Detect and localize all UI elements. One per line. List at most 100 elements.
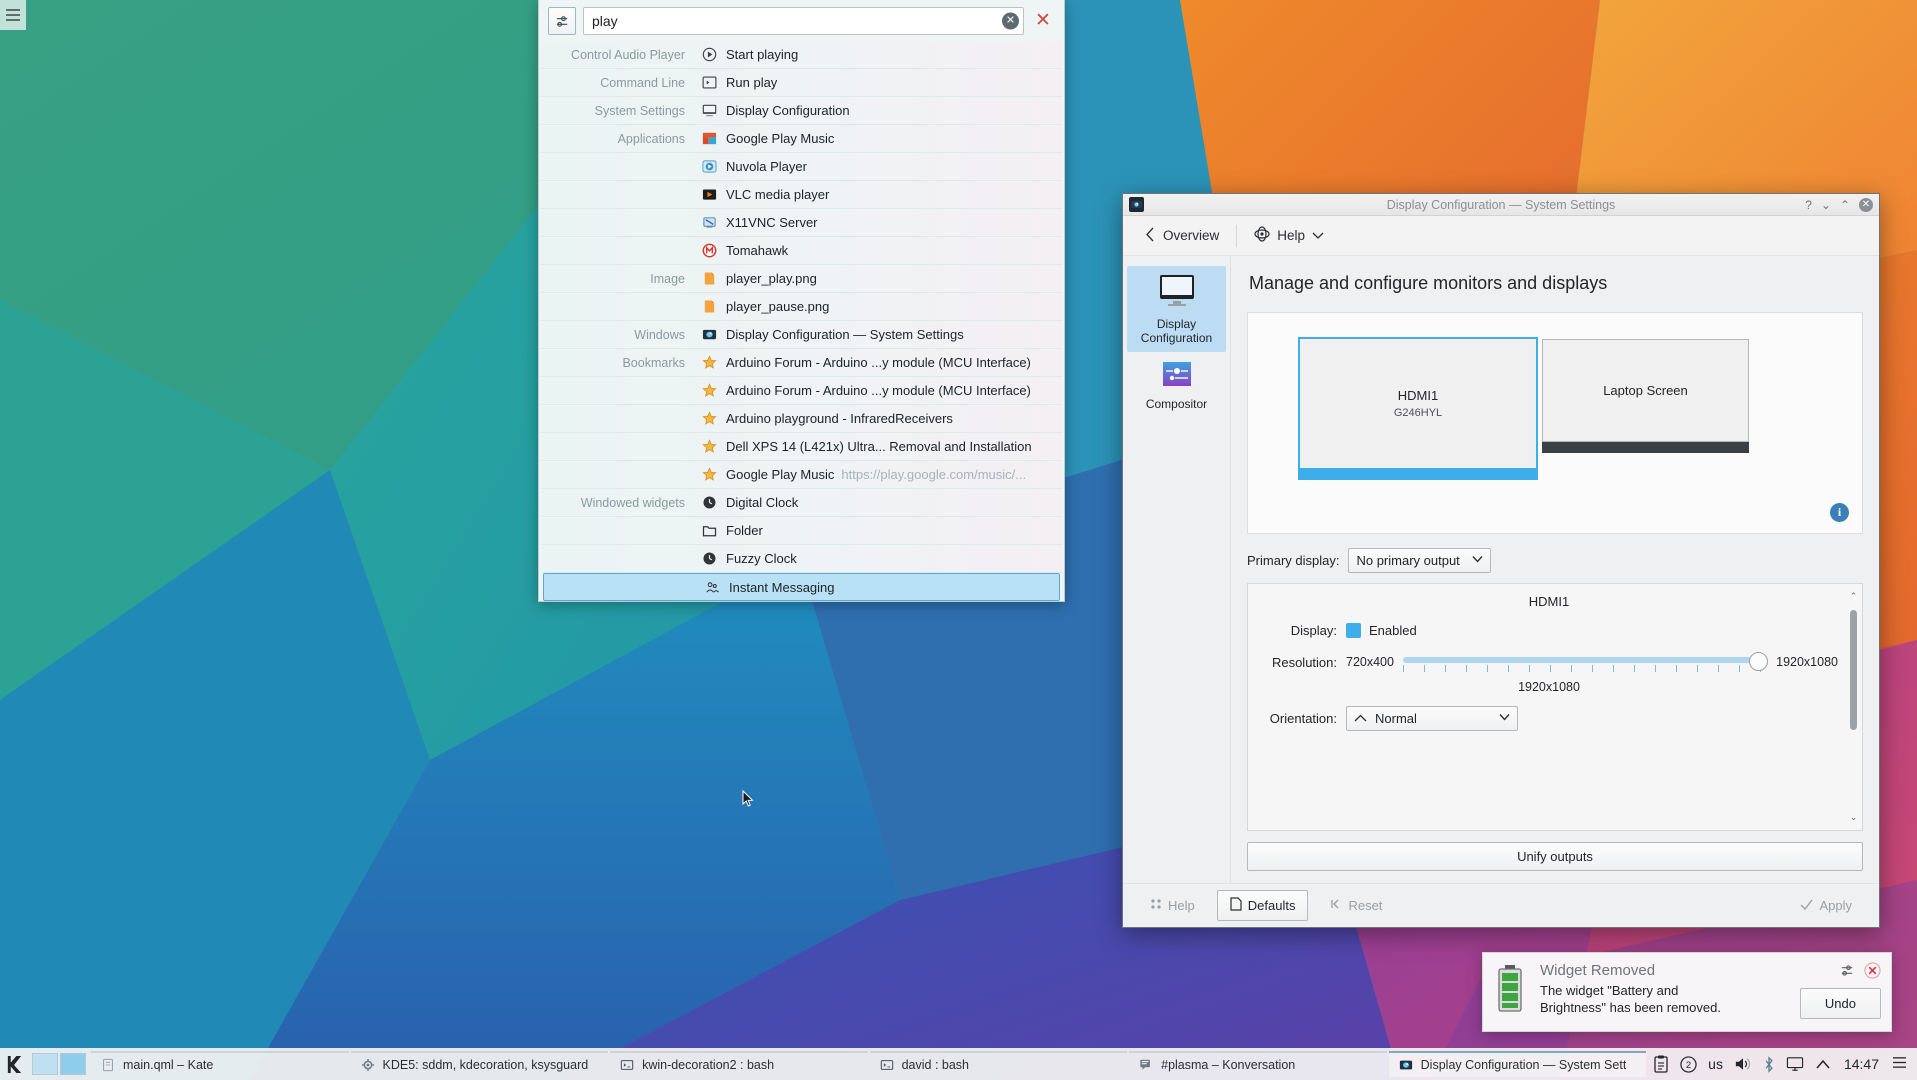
display-enabled-label: Enabled [1369, 623, 1417, 638]
krunner-result-row[interactable]: Arduino Forum - Arduino ...y module (MCU… [541, 377, 1062, 405]
monitor-laptop-screen[interactable]: Laptop Screen [1542, 339, 1749, 442]
krunner-result-row[interactable]: System SettingsDisplay Configuration [541, 97, 1062, 125]
display-label: Display: [1260, 623, 1346, 638]
taskbar-task[interactable]: kwin-decoration2 : bash [610, 1051, 868, 1077]
display-icon[interactable] [1786, 1056, 1804, 1072]
krunner-result-row[interactable]: Google Play Musichttps://play.google.com… [541, 461, 1062, 489]
pager-desktop-2[interactable] [60, 1053, 86, 1075]
close-icon[interactable]: ✕ [1031, 9, 1055, 33]
krunner-result-row[interactable]: BookmarksArduino Forum - Arduino ...y mo… [541, 349, 1062, 377]
monitor-stand [1298, 470, 1538, 480]
krunner-result-row[interactable]: Nuvola Player [541, 153, 1062, 181]
taskbar-task[interactable]: KDE5: sddm, kdecoration, ksysguard [351, 1051, 609, 1077]
krunner-result-row[interactable]: VLC media player [541, 181, 1062, 209]
result-category-label: Image [541, 272, 699, 286]
krunner-result-row[interactable]: player_pause.png [541, 293, 1062, 321]
settings-sliders-icon[interactable] [1840, 963, 1855, 981]
help-dots-icon [1150, 898, 1162, 913]
media-play-icon [699, 47, 719, 62]
sidebar-item-display-configuration[interactable]: Display Configuration [1127, 266, 1226, 352]
window-title: Display Configuration — System Settings [1123, 198, 1879, 212]
tray-expand-arrow[interactable] [1815, 1059, 1831, 1070]
taskbar-task-label: kwin-decoration2 : bash [642, 1058, 774, 1072]
krunner-result-row[interactable]: WindowsDisplay Configuration — System Se… [541, 321, 1062, 349]
help-menu-button[interactable]: Help [1246, 222, 1332, 249]
primary-display-select[interactable]: No primary output [1348, 548, 1490, 573]
hamburger-icon[interactable] [1892, 1056, 1907, 1072]
krunner-results-list[interactable]: Control Audio PlayerStart playingCommand… [539, 41, 1064, 601]
window-titlebar[interactable]: Display Configuration — System Settings … [1123, 194, 1879, 216]
defaults-button[interactable]: Defaults [1217, 890, 1309, 921]
kde-launcher-icon[interactable] [0, 1048, 28, 1080]
sidebar-item-compositor[interactable]: Compositor [1127, 352, 1226, 418]
search-input[interactable] [583, 7, 1024, 35]
taskbar-task[interactable]: main.qml – Kate [91, 1051, 349, 1077]
pager-widget[interactable] [28, 1048, 90, 1080]
monitor-hdmi1[interactable]: HDMI1 G246HYL [1298, 337, 1538, 470]
apply-button[interactable]: Apply [1787, 891, 1865, 920]
desktop-toolbox[interactable] [0, 0, 26, 30]
result-category-label: Windows [541, 328, 699, 342]
result-label: VLC media player [719, 187, 829, 202]
krunner-result-row[interactable]: Fuzzy Clock [541, 545, 1062, 573]
taskbar-task[interactable]: Display Configuration — System Sett [1389, 1051, 1647, 1077]
scroll-down-arrow[interactable]: ⌄ [1849, 813, 1858, 822]
krunner-result-row[interactable]: X11VNC Server [541, 209, 1062, 237]
krunner-result-row[interactable]: Instant Messaging [543, 573, 1060, 601]
result-label: Run play [719, 75, 777, 90]
help-question-icon[interactable]: ? [1805, 199, 1812, 211]
battery-icon [1495, 962, 1529, 1017]
resolution-slider[interactable] [1403, 652, 1767, 672]
close-icon[interactable]: ✕ [1859, 198, 1873, 212]
monitor-name: Laptop Screen [1603, 383, 1688, 398]
output-panel-scrollbar[interactable]: ⌃ ⌄ [1849, 592, 1858, 822]
volume-icon[interactable] [1734, 1056, 1752, 1072]
info-icon[interactable]: i [1830, 503, 1849, 522]
krunner-result-row[interactable]: Command LineRun play [541, 69, 1062, 97]
taskbar-task[interactable]: #plasma – Konversation [1129, 1051, 1387, 1077]
maximize-icon[interactable]: ⌃ [1840, 199, 1850, 211]
taskbar-task-label: KDE5: sddm, kdecoration, ksysguard [383, 1058, 589, 1072]
slider-handle[interactable] [1749, 652, 1768, 671]
krunner-result-row[interactable]: Imageplayer_play.png [541, 265, 1062, 293]
overview-button[interactable]: Overview [1137, 223, 1227, 249]
clear-text-icon[interactable]: ✕ [1002, 13, 1019, 30]
unify-outputs-button[interactable]: Unify outputs [1247, 842, 1863, 871]
pager-desktop-1[interactable] [32, 1053, 58, 1075]
reset-button-label: Reset [1348, 898, 1382, 913]
scroll-up-arrow[interactable]: ⌃ [1849, 592, 1858, 601]
krunner-result-row[interactable]: Dell XPS 14 (L421x) Ultra... Removal and… [541, 433, 1062, 461]
clock-icon [699, 495, 719, 510]
keyboard-layout-indicator[interactable]: us [1708, 1056, 1723, 1072]
display-enabled-checkbox[interactable] [1346, 623, 1361, 638]
krunner-result-row[interactable]: Arduino playground - InfraredReceivers [541, 405, 1062, 433]
taskbar-task[interactable]: david : bash [870, 1051, 1128, 1077]
clipboard-icon[interactable] [1653, 1055, 1669, 1073]
notifications-icon[interactable]: 2 [1680, 1056, 1697, 1073]
reset-button[interactable]: Reset [1317, 891, 1395, 920]
krunner-result-row[interactable]: Windowed widgetsDigital Clock [541, 489, 1062, 517]
digital-clock[interactable]: 14:47 [1842, 1056, 1881, 1072]
result-label: Fuzzy Clock [719, 551, 797, 566]
krunner-result-row[interactable]: Tomahawk [541, 237, 1062, 265]
undo-button[interactable]: Undo [1800, 988, 1881, 1019]
krunner-result-row[interactable]: Control Audio PlayerStart playing [541, 41, 1062, 69]
chevron-down-icon [1312, 228, 1324, 243]
scrollbar-thumb[interactable] [1850, 610, 1857, 730]
minimize-icon[interactable]: ⌄ [1821, 199, 1831, 211]
monitor-arrangement-canvas[interactable]: HDMI1 G246HYL Laptop Screen i [1247, 312, 1863, 534]
settings-sliders-icon[interactable] [548, 7, 576, 35]
result-category-label: System Settings [541, 104, 699, 118]
task-manager[interactable]: main.qml – Kate KDE5: sddm, kdecoration, … [90, 1048, 1647, 1080]
image-file-icon [699, 271, 719, 286]
krunner-result-row[interactable]: Folder [541, 517, 1062, 545]
defaults-page-icon [1230, 897, 1242, 914]
systemsettings-icon [1129, 197, 1144, 212]
orientation-select[interactable]: Normal [1346, 706, 1518, 731]
result-label: Instant Messaging [722, 580, 835, 595]
krunner-result-row[interactable]: ApplicationsGoogle Play Music [541, 125, 1062, 153]
bluetooth-icon[interactable] [1763, 1056, 1775, 1073]
help-button[interactable]: Help [1137, 891, 1208, 920]
close-icon[interactable] [1864, 962, 1881, 982]
konsole-gear-icon [361, 1058, 375, 1072]
